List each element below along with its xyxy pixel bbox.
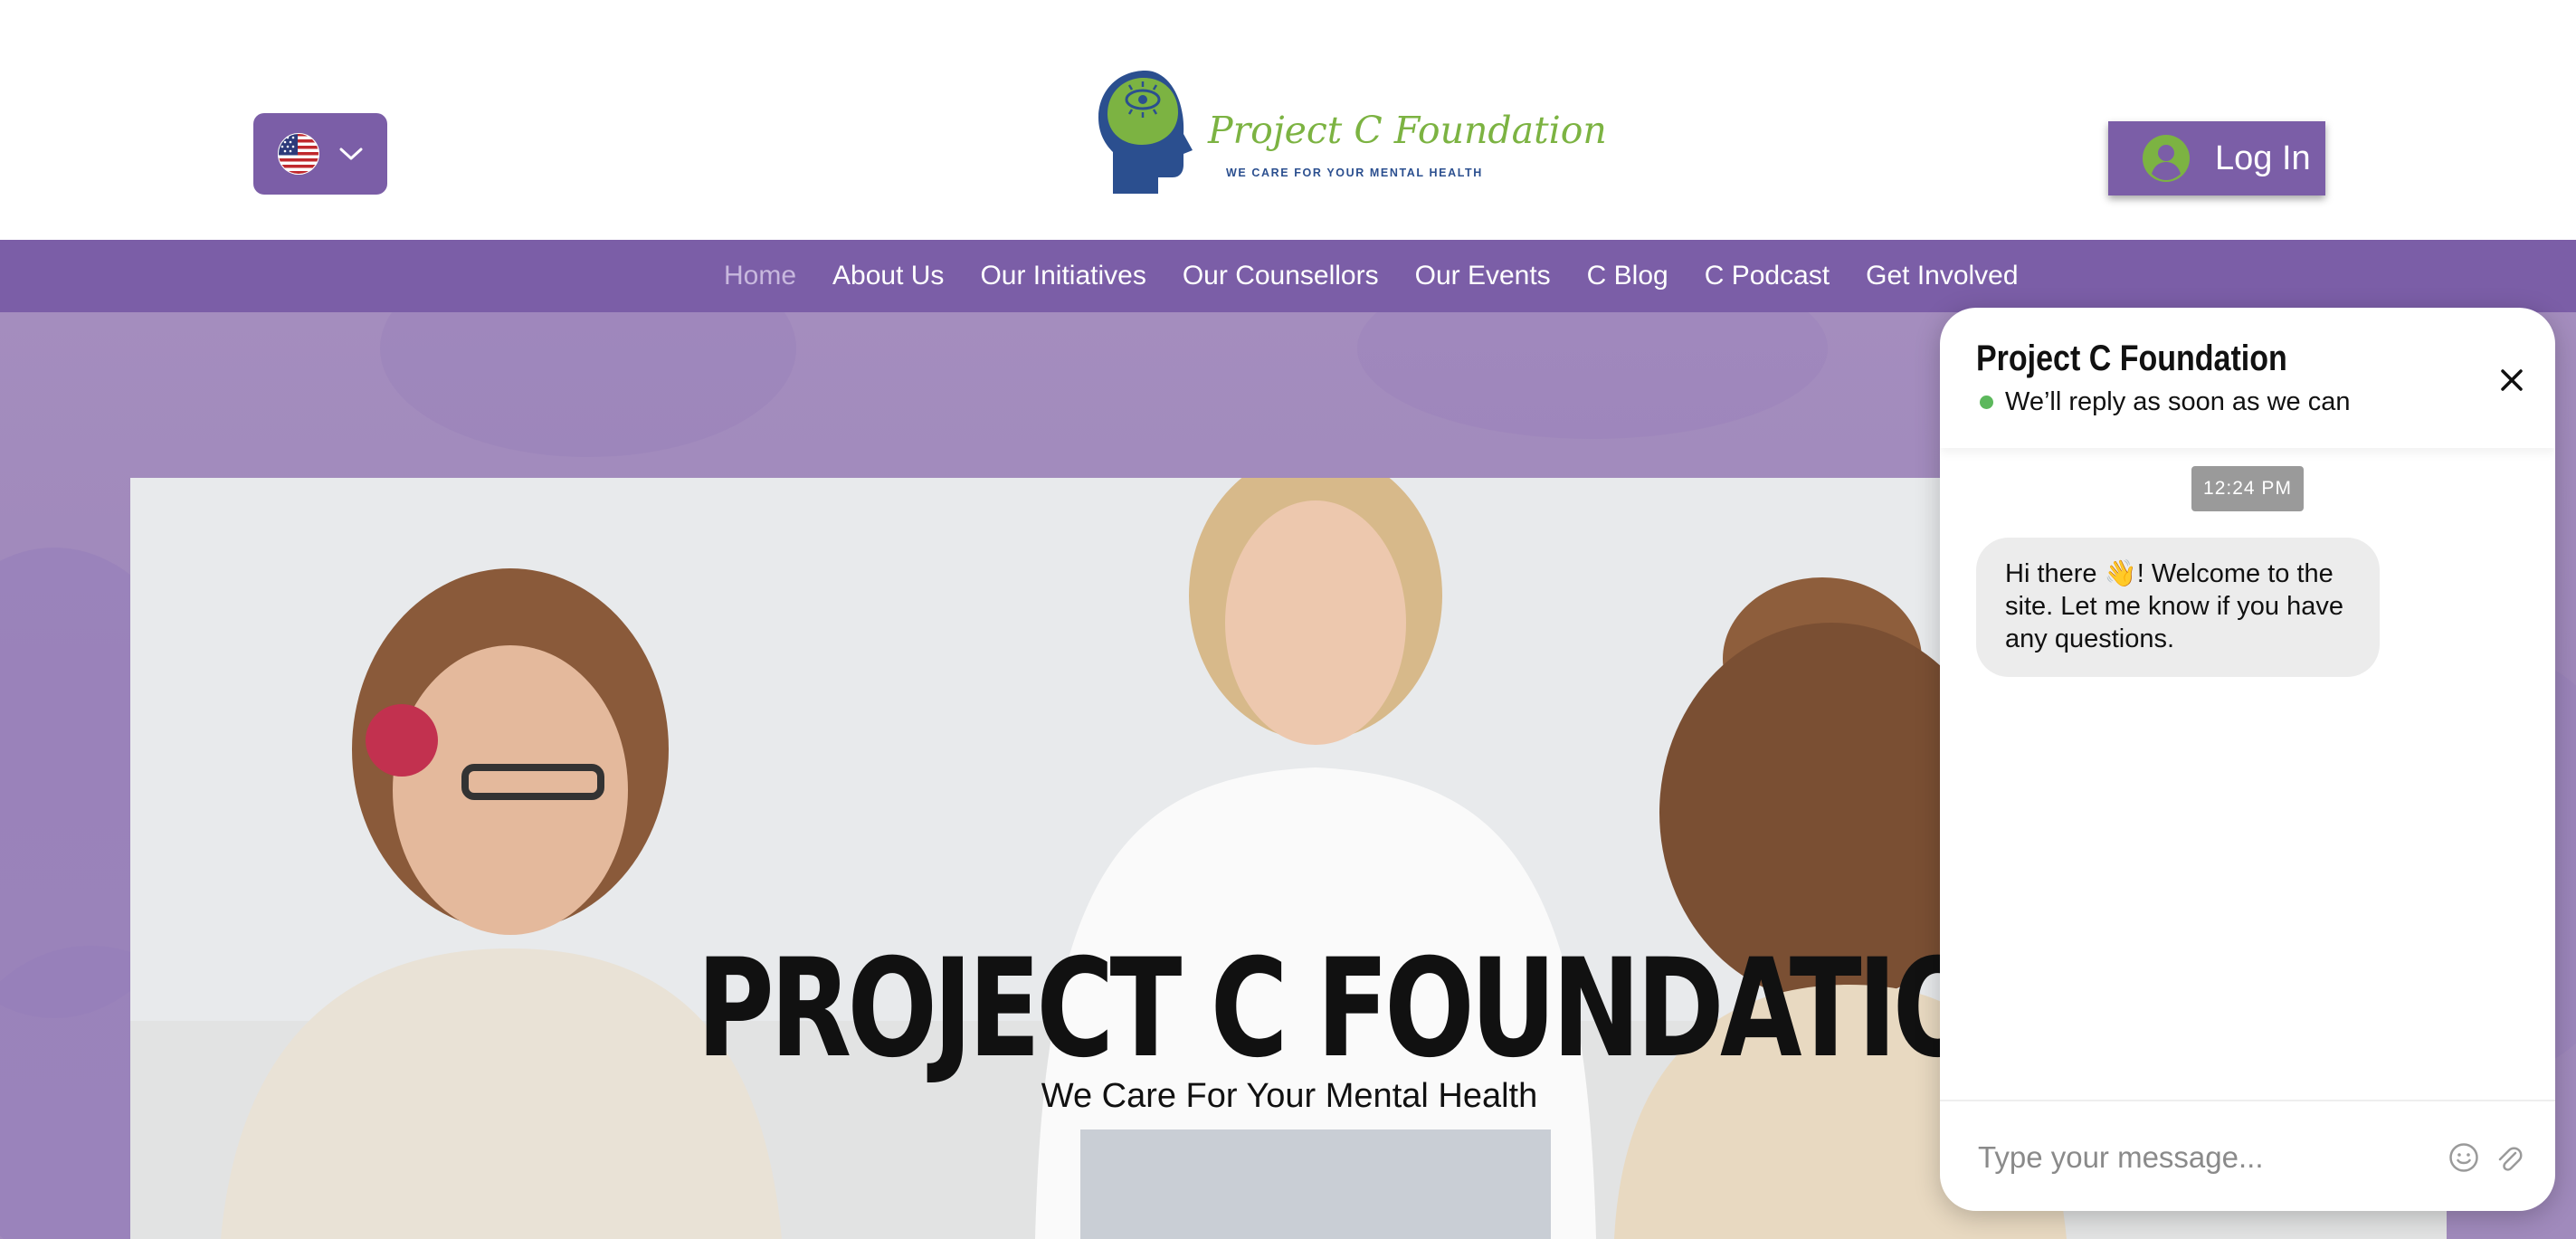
nav-item-c-podcast[interactable]: C Podcast xyxy=(1705,261,1830,291)
chevron-down-icon xyxy=(339,148,363,160)
chat-header: Project C Foundation We’ll reply as soon… xyxy=(1940,308,2555,448)
chat-message-bubble: Hi there 👋! Welcome to the site. Let me … xyxy=(1976,538,2380,677)
login-button[interactable]: Log In xyxy=(2108,121,2325,195)
head-logo-icon xyxy=(1098,71,1193,194)
chat-widget: Project C Foundation We’ll reply as soon… xyxy=(1940,308,2555,1211)
hero-title: PROJECT C FOUNDATION xyxy=(697,930,2067,1088)
chat-status: We’ll reply as soon as we can xyxy=(2005,387,2351,416)
close-icon[interactable] xyxy=(2495,364,2528,396)
logo-tagline: WE CARE FOR YOUR MENTAL HEALTH xyxy=(1226,167,1483,179)
nav-item-c-blog[interactable]: C Blog xyxy=(1587,261,1668,291)
chat-title: Project C Foundation xyxy=(1976,338,2287,378)
nav-item-about-us[interactable]: About Us xyxy=(832,261,944,291)
attachment-icon[interactable] xyxy=(2495,1142,2523,1173)
language-selector[interactable] xyxy=(253,113,387,195)
message-timestamp: 12:24 PM xyxy=(2191,466,2304,511)
emoji-icon[interactable] xyxy=(2448,1142,2479,1173)
logo-name: Project C Foundation xyxy=(1208,109,1607,152)
main-nav: Home About Us Our Initiatives Our Counse… xyxy=(0,240,2576,312)
site-header: Project C Foundation WE CARE FOR YOUR ME… xyxy=(0,0,2576,240)
online-status-dot xyxy=(1980,396,1993,409)
hero-subtitle: We Care For Your Mental Health xyxy=(1041,1077,1538,1115)
chat-composer xyxy=(1940,1100,2555,1211)
user-avatar-icon xyxy=(2143,135,2190,182)
chat-message-input[interactable] xyxy=(1976,1134,2432,1181)
us-flag-icon xyxy=(278,133,319,175)
site-logo[interactable]: Project C Foundation WE CARE FOR YOUR ME… xyxy=(1095,69,1607,195)
nav-item-get-involved[interactable]: Get Involved xyxy=(1866,261,2018,291)
nav-item-our-events[interactable]: Our Events xyxy=(1415,261,1551,291)
nav-item-home[interactable]: Home xyxy=(724,261,796,291)
nav-item-our-counsellors[interactable]: Our Counsellors xyxy=(1183,261,1379,291)
login-label: Log In xyxy=(2215,138,2311,177)
nav-item-our-initiatives[interactable]: Our Initiatives xyxy=(980,261,1145,291)
